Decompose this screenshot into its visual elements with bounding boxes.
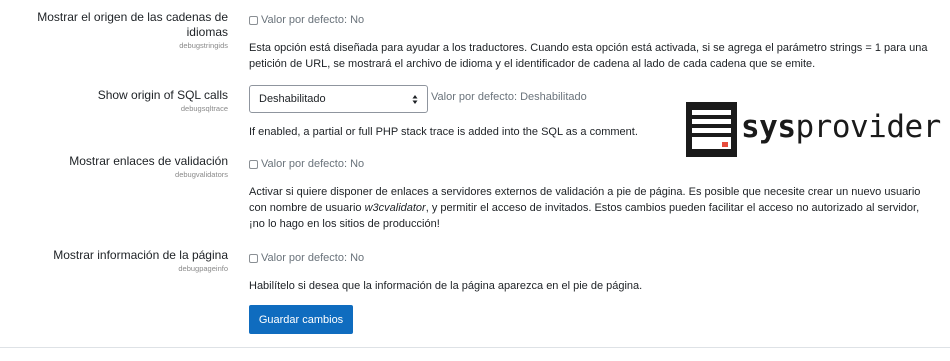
- setting-key: debugstringids: [179, 41, 228, 50]
- description-text: , y permitir el acceso de invitados. Est…: [425, 202, 920, 214]
- setting-key: debugpageinfo: [178, 264, 228, 273]
- logo-wordmark: sysprovider: [741, 109, 941, 145]
- default-value-text: Valor por defecto: Deshabilitado: [431, 91, 587, 103]
- server-icon: [686, 102, 737, 157]
- description-emphasis: w3cvalidator: [364, 202, 426, 214]
- logo-text-bold: sys: [741, 109, 796, 145]
- default-row: Valor por defecto: No: [249, 251, 939, 265]
- setting-label: Mostrar información de la página: [53, 248, 228, 262]
- default-value-text: Valor por defecto: No: [261, 252, 365, 264]
- description-line: Activar si quiere disponer de enlaces a …: [249, 186, 921, 198]
- description-text: con nombre de usuario: [249, 202, 365, 214]
- debugsqltrace-select[interactable]: Deshabilitado: [249, 85, 428, 113]
- setting-label: Mostrar el origen de las cadenas de: [37, 10, 228, 24]
- default-value-text: Valor por defecto: No: [261, 158, 365, 170]
- setting-description: Activar si quiere disponer de enlaces a …: [249, 184, 939, 232]
- setting-label: Show origin of SQL calls: [97, 88, 228, 102]
- debugvalidators-checkbox[interactable]: [249, 159, 258, 169]
- divider: [0, 347, 950, 348]
- debugpageinfo-checkbox[interactable]: [249, 253, 258, 263]
- default-row: Valor por defecto: No: [249, 13, 939, 27]
- setting-description: Esta opción está diseñada para ayudar a …: [249, 40, 939, 72]
- save-changes-button[interactable]: Guardar cambios: [249, 305, 353, 334]
- sysprovider-logo: sysprovider: [686, 102, 941, 157]
- setting-description: Habilítelo si desea que la información d…: [249, 280, 643, 292]
- setting-label-col: Mostrar el origen de las cadenas de idio…: [0, 10, 228, 51]
- debugstringids-checkbox[interactable]: [249, 15, 258, 25]
- setting-label: Mostrar enlaces de validación: [69, 154, 228, 168]
- logo-text-regular: provider: [795, 109, 942, 145]
- description-line: Esta opción está diseñada para ayudar a …: [249, 42, 928, 54]
- setting-key: debugvalidators: [175, 170, 228, 179]
- description-line: con nombre de usuario w3cvalidator, y pe…: [249, 200, 939, 216]
- select-value: Deshabilitado: [259, 93, 326, 105]
- default-row: Valor por defecto: No: [249, 157, 939, 171]
- select-arrows-icon: [412, 95, 418, 104]
- description-line: petición de URL, se mostrará el archivo …: [249, 58, 816, 70]
- setting-key: debugsqltrace: [180, 104, 228, 113]
- default-value-text: Valor por defecto: No: [261, 14, 365, 26]
- setting-label: idiomas: [186, 25, 228, 39]
- description-line: ¡no lo hago en los sitios de producción!: [249, 218, 440, 230]
